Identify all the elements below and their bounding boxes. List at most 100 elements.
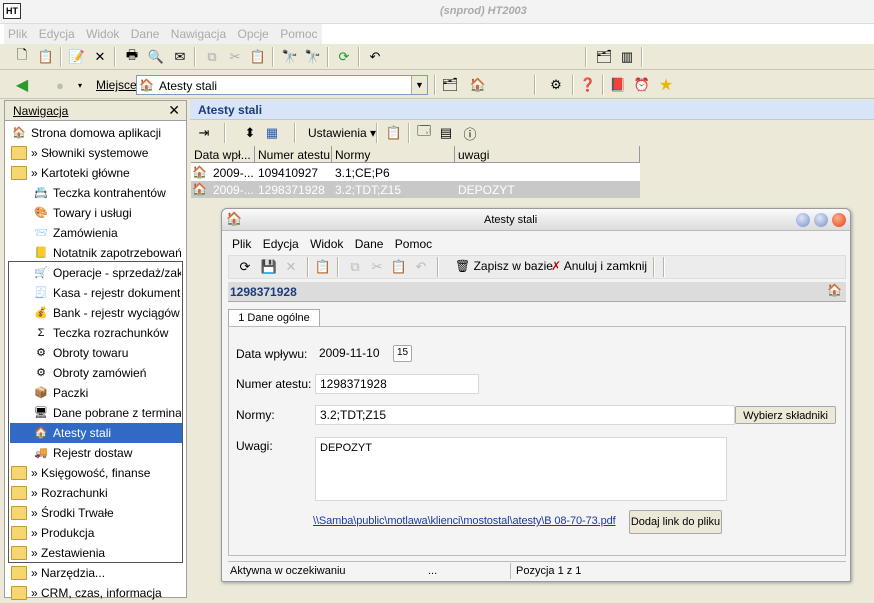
star-icon[interactable]: ★ <box>656 75 676 95</box>
paste-icon[interactable]: 📋 <box>389 257 409 277</box>
tree-icon[interactable]: 🗂 <box>594 47 614 67</box>
help-icon[interactable]: ❓ <box>578 75 598 95</box>
copy-icon[interactable]: ⧉ <box>345 257 365 277</box>
save-disk-icon[interactable]: 💾 <box>259 257 279 277</box>
calendar-button[interactable]: 15 <box>393 345 412 362</box>
menu-plik[interactable]: Plik <box>4 24 31 44</box>
menu-nawigacja[interactable]: Nawigacja <box>167 24 230 44</box>
nav-item[interactable]: ⚙ Obroty zamówień <box>33 363 181 383</box>
menu-edycja[interactable]: Edycja <box>35 24 79 44</box>
nav-item[interactable]: 📒 Notatnik zapotrzebowań <box>33 243 181 263</box>
save-to-database-button[interactable]: 🗑 Zapisz w bazie <box>455 259 553 273</box>
table-row[interactable]: 🏠 2009-... 1298371928 3.2;TDT;Z15 DEPOZY… <box>191 181 640 198</box>
nav-item[interactable]: 📇 Teczka kontrahentów <box>33 183 181 203</box>
dialog-menu-pomoc[interactable]: Pomoc <box>391 234 436 254</box>
refresh-icon[interactable]: ⟳ <box>334 47 354 67</box>
nav-item[interactable]: » Zestawienia <box>11 543 181 563</box>
mail-icon[interactable]: ✉ <box>170 47 190 67</box>
location-combo[interactable]: 🏠 Atesty stali ▼ <box>136 75 428 95</box>
layout-icon[interactable]: ▤ <box>436 123 456 143</box>
dialog-menu-dane[interactable]: Dane <box>351 234 388 254</box>
panel-icon[interactable]: ▥ <box>617 47 637 67</box>
menu-dane[interactable]: Dane <box>127 24 164 44</box>
properties-icon[interactable]: 📋 <box>313 257 333 277</box>
notes-field[interactable]: DEPOZYT <box>315 437 727 501</box>
nav-item[interactable]: 🚚 Rejestr dostaw <box>33 443 181 463</box>
close-icon[interactable]: ✕ <box>168 102 180 119</box>
forward-dropdown-icon[interactable]: ▾ <box>70 75 90 95</box>
number-field[interactable]: 1298371928 <box>315 374 479 394</box>
menu-opcje[interactable]: Opcje <box>233 24 272 44</box>
minimize-button[interactable] <box>796 213 810 227</box>
dialog-menu-plik[interactable]: Plik <box>228 234 255 254</box>
paste-icon[interactable]: 📋 <box>248 47 268 67</box>
file-link[interactable]: \\Samba\public\motlawa\klienci\mostostal… <box>313 515 616 527</box>
cut-icon[interactable]: ✂ <box>225 47 245 67</box>
find-next-icon[interactable]: 🔭 <box>303 47 323 67</box>
norms-field[interactable]: 3.2;TDT;Z15 <box>315 405 735 425</box>
new-document-icon[interactable]: 🗋 <box>12 47 32 67</box>
copy-icon[interactable]: ⧉ <box>202 47 222 67</box>
home-icon[interactable]: 🏠 <box>468 75 488 95</box>
print-icon[interactable]: 🖶 <box>122 47 142 67</box>
book-icon[interactable]: 📕 <box>608 75 628 95</box>
cut-icon[interactable]: ✂ <box>367 257 387 277</box>
sort-icon[interactable]: ⬍ <box>240 123 260 143</box>
column-header-norms[interactable]: Normy <box>332 146 455 163</box>
column-header-number[interactable]: Numer atestu <box>255 146 332 163</box>
nav-item[interactable]: 🎨 Towary i usługi <box>33 203 181 223</box>
back-icon[interactable]: ◀ <box>12 75 32 95</box>
maximize-button[interactable] <box>814 213 828 227</box>
undo-icon[interactable]: ↶ <box>365 47 385 67</box>
nav-item[interactable]: » Narzędzia... <box>11 563 181 583</box>
clock-icon[interactable]: ⏰ <box>632 75 652 95</box>
dialog-menu-widok[interactable]: Widok <box>306 234 347 254</box>
nav-item[interactable]: ⚙ Obroty towaru <box>33 343 181 363</box>
edit-icon[interactable]: 📝 <box>67 47 87 67</box>
nav-item[interactable]: » Słowniki systemowe <box>11 143 181 163</box>
nav-item[interactable]: » Produkcja <box>11 523 181 543</box>
nav-item[interactable]: » Kartoteki główne <box>11 163 181 183</box>
forward-icon[interactable]: ● <box>50 75 70 95</box>
nav-item[interactable]: 📨 Zamówienia <box>33 223 181 243</box>
delete-icon[interactable]: ✕ <box>281 257 301 277</box>
nav-item[interactable]: 🧾 Kasa - rejestr dokumentó... <box>33 283 181 303</box>
tools-icon[interactable]: ⚙ <box>546 75 566 95</box>
cancel-close-button[interactable]: ✗ Anuluj i zamknij <box>551 259 647 273</box>
nav-item[interactable]: » Środki Trwałe <box>11 503 181 523</box>
refresh-icon[interactable]: ⟳ <box>235 257 255 277</box>
print-preview-icon[interactable]: 🔍 <box>146 47 166 67</box>
find-icon[interactable]: 🔭 <box>280 47 300 67</box>
table-row[interactable]: 🏠 2009-... 109410927 3.1;CE;P6 <box>191 164 640 181</box>
tree-icon[interactable]: 🗂 <box>440 75 460 95</box>
date-field[interactable]: 2009-11-10 <box>315 344 397 364</box>
nav-item[interactable]: 📦 Paczki <box>33 383 181 403</box>
close-button[interactable] <box>832 213 846 227</box>
delete-icon[interactable]: ✕ <box>90 47 110 67</box>
column-header-notes[interactable]: uwagi <box>455 146 640 163</box>
nav-item[interactable]: 🏠 Strona domowa aplikacji <box>11 123 181 143</box>
nav-item[interactable]: 🏠 Atesty stali <box>10 423 182 443</box>
choose-components-button[interactable]: Wybierz składniki <box>735 406 836 424</box>
window-icon[interactable]: 🗔 <box>414 123 434 143</box>
dialog-menu-edycja[interactable]: Edycja <box>259 234 303 254</box>
menu-pomoc[interactable]: Pomoc <box>276 24 321 44</box>
nav-item[interactable]: 🖥 Dane pobrane z terminal... <box>33 403 181 423</box>
properties-icon[interactable]: 📋 <box>36 47 56 67</box>
undo-icon[interactable]: ↶ <box>411 257 431 277</box>
properties-icon[interactable]: 📋 <box>384 123 404 143</box>
nav-item[interactable]: 💰 Bank - rejestr wyciągów ... <box>33 303 181 323</box>
nav-item[interactable]: Σ Teczka rozrachunków <box>33 323 181 343</box>
chevron-down-icon[interactable]: ▼ <box>411 76 427 94</box>
tab-general[interactable]: 1 Dane ogólne <box>228 309 320 327</box>
nav-item[interactable]: » Księgowość, finanse <box>11 463 181 483</box>
settings-menu[interactable]: Ustawienia ▾ <box>308 126 376 140</box>
menu-widok[interactable]: Widok <box>82 24 123 44</box>
column-header-date[interactable]: Data wpł... <box>191 146 255 163</box>
grid-view-icon[interactable]: ▦ <box>262 123 282 143</box>
info-icon[interactable]: ⓘ <box>460 123 480 143</box>
export-icon[interactable]: ⇥ <box>194 123 214 143</box>
nav-item[interactable]: » CRM, czas, informacja <box>11 583 181 603</box>
add-file-link-button[interactable]: Dodaj link do pliku <box>629 510 722 534</box>
nav-item[interactable]: » Rozrachunki <box>11 483 181 503</box>
